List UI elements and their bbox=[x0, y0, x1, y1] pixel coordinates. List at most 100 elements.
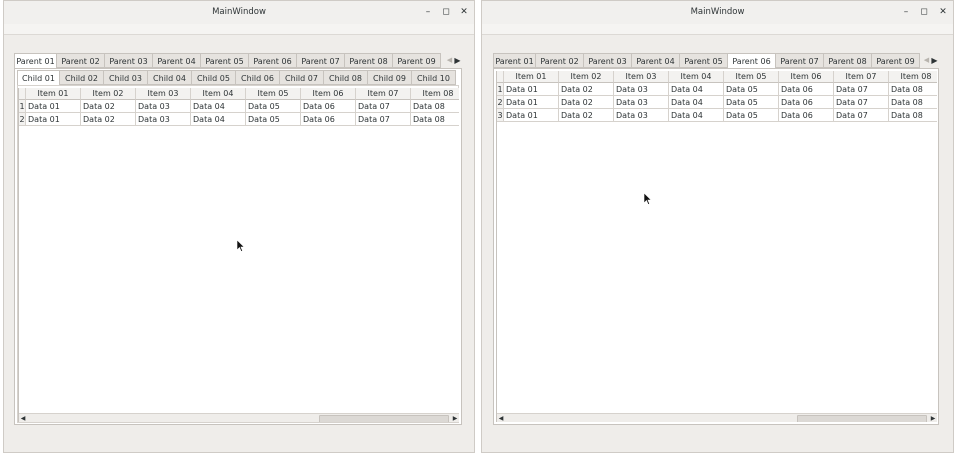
title-bar[interactable]: MainWindow – ◻ ✕ bbox=[4, 1, 474, 25]
column-header[interactable]: Item 05 bbox=[246, 88, 301, 100]
chevron-right-icon[interactable]: ▶ bbox=[453, 53, 462, 68]
table-cell[interactable]: Data 04 bbox=[191, 100, 246, 113]
tab-parent-05[interactable]: Parent 05 bbox=[679, 53, 728, 68]
tab-parent-06[interactable]: Parent 06 bbox=[727, 53, 776, 69]
column-header[interactable]: Item 01 bbox=[26, 88, 81, 100]
table-cell[interactable]: Data 07 bbox=[834, 109, 889, 122]
row-header[interactable]: 2 bbox=[497, 96, 504, 109]
table-cell[interactable]: Data 06 bbox=[779, 109, 834, 122]
column-header[interactable]: Item 08 bbox=[411, 88, 459, 100]
table-cell[interactable]: Data 03 bbox=[136, 100, 191, 113]
table-cell[interactable]: Data 05 bbox=[246, 100, 301, 113]
tab-child-06[interactable]: Child 06 bbox=[235, 70, 280, 85]
tab-parent-01[interactable]: Parent 01 bbox=[14, 53, 57, 69]
tab-parent-03[interactable]: Parent 03 bbox=[104, 53, 153, 68]
table-cell[interactable]: Data 05 bbox=[246, 113, 301, 126]
table-cell[interactable]: Data 08 bbox=[411, 113, 459, 126]
row-header[interactable]: 1 bbox=[497, 83, 504, 96]
table-cell[interactable]: Data 07 bbox=[356, 113, 411, 126]
table-cell[interactable]: Data 08 bbox=[411, 100, 459, 113]
tab-child-07[interactable]: Child 07 bbox=[279, 70, 324, 85]
tab-parent-08[interactable]: Parent 08 bbox=[344, 53, 393, 68]
maximize-icon[interactable]: ◻ bbox=[918, 6, 930, 18]
tab-child-05[interactable]: Child 05 bbox=[191, 70, 236, 85]
table-cell[interactable]: Data 01 bbox=[26, 100, 81, 113]
column-header[interactable]: Item 06 bbox=[779, 71, 834, 83]
column-header[interactable]: Item 07 bbox=[356, 88, 411, 100]
maximize-icon[interactable]: ◻ bbox=[440, 6, 452, 18]
column-header[interactable]: Item 04 bbox=[191, 88, 246, 100]
minimize-icon[interactable]: – bbox=[422, 6, 434, 18]
column-header[interactable]: Item 08 bbox=[889, 71, 937, 83]
table-cell[interactable]: Data 02 bbox=[559, 83, 614, 96]
table-cell[interactable]: Data 03 bbox=[614, 83, 669, 96]
table-cell[interactable]: Data 06 bbox=[301, 100, 356, 113]
column-header[interactable]: Item 03 bbox=[614, 71, 669, 83]
table-cell[interactable]: Data 06 bbox=[779, 96, 834, 109]
column-header[interactable]: Item 04 bbox=[669, 71, 724, 83]
tab-parent-07[interactable]: Parent 07 bbox=[775, 53, 824, 68]
tab-parent-02[interactable]: Parent 02 bbox=[535, 53, 584, 68]
close-icon[interactable]: ✕ bbox=[937, 6, 949, 18]
table-cell[interactable]: Data 02 bbox=[81, 113, 136, 126]
table-cell[interactable]: Data 04 bbox=[669, 109, 724, 122]
tab-child-02[interactable]: Child 02 bbox=[59, 70, 104, 85]
row-header[interactable]: 3 bbox=[497, 109, 504, 122]
scrollbar-thumb[interactable] bbox=[319, 415, 449, 422]
table-cell[interactable]: Data 02 bbox=[81, 100, 136, 113]
table-cell[interactable]: Data 02 bbox=[559, 109, 614, 122]
tab-child-04[interactable]: Child 04 bbox=[147, 70, 192, 85]
table-cell[interactable]: Data 08 bbox=[889, 83, 937, 96]
horizontal-scrollbar[interactable]: ◀ ▶ bbox=[497, 413, 937, 422]
table-cell[interactable]: Data 03 bbox=[136, 113, 191, 126]
tab-child-08[interactable]: Child 08 bbox=[323, 70, 368, 85]
table-cell[interactable]: Data 04 bbox=[669, 96, 724, 109]
table-cell[interactable]: Data 07 bbox=[834, 83, 889, 96]
column-header[interactable]: Item 07 bbox=[834, 71, 889, 83]
column-header[interactable]: Item 02 bbox=[559, 71, 614, 83]
title-bar[interactable]: MainWindow – ◻ ✕ bbox=[482, 1, 953, 25]
table-cell[interactable]: Data 08 bbox=[889, 96, 937, 109]
column-header[interactable]: Item 02 bbox=[81, 88, 136, 100]
table-cell[interactable]: Data 05 bbox=[724, 83, 779, 96]
table-cell[interactable]: Data 07 bbox=[834, 96, 889, 109]
table-cell[interactable]: Data 04 bbox=[191, 113, 246, 126]
tab-parent-09[interactable]: Parent 09 bbox=[871, 53, 920, 68]
data-table[interactable]: Item 01 Item 02 Item 03 Item 04 Item 05 Item … bbox=[496, 71, 937, 422]
table-cell[interactable]: Data 08 bbox=[889, 109, 937, 122]
data-table[interactable]: Item 01 Item 02 Item 03 Item 04 Item 05 Item … bbox=[18, 88, 459, 422]
chevron-left-icon[interactable]: ◀ bbox=[497, 414, 505, 422]
table-cell[interactable]: Data 05 bbox=[724, 109, 779, 122]
chevron-right-icon[interactable]: ▶ bbox=[929, 414, 937, 422]
row-header[interactable]: 2 bbox=[19, 113, 26, 126]
row-header[interactable]: 1 bbox=[19, 100, 26, 113]
table-cell[interactable]: Data 02 bbox=[559, 96, 614, 109]
column-header[interactable]: Item 05 bbox=[724, 71, 779, 83]
tab-parent-01[interactable]: Parent 01 bbox=[493, 53, 536, 68]
minimize-icon[interactable]: – bbox=[900, 6, 912, 18]
tab-parent-04[interactable]: Parent 04 bbox=[631, 53, 680, 68]
tab-parent-02[interactable]: Parent 02 bbox=[56, 53, 105, 68]
chevron-left-icon[interactable]: ◀ bbox=[923, 53, 930, 68]
chevron-right-icon[interactable]: ▶ bbox=[451, 414, 459, 422]
table-cell[interactable]: Data 03 bbox=[614, 109, 669, 122]
table-cell[interactable]: Data 01 bbox=[504, 83, 559, 96]
table-cell[interactable]: Data 05 bbox=[724, 96, 779, 109]
tab-child-09[interactable]: Child 09 bbox=[367, 70, 412, 85]
tab-parent-05[interactable]: Parent 05 bbox=[200, 53, 249, 68]
table-cell[interactable]: Data 01 bbox=[26, 113, 81, 126]
tab-child-01[interactable]: Child 01 bbox=[17, 70, 60, 86]
table-cell[interactable]: Data 07 bbox=[356, 100, 411, 113]
table-cell[interactable]: Data 04 bbox=[669, 83, 724, 96]
table-cell[interactable]: Data 01 bbox=[504, 109, 559, 122]
tab-parent-09[interactable]: Parent 09 bbox=[392, 53, 441, 68]
tab-child-03[interactable]: Child 03 bbox=[103, 70, 148, 85]
tab-parent-07[interactable]: Parent 07 bbox=[296, 53, 345, 68]
tab-parent-04[interactable]: Parent 04 bbox=[152, 53, 201, 68]
table-cell[interactable]: Data 03 bbox=[614, 96, 669, 109]
chevron-left-icon[interactable]: ◀ bbox=[19, 414, 27, 422]
tab-parent-03[interactable]: Parent 03 bbox=[583, 53, 632, 68]
column-header[interactable]: Item 06 bbox=[301, 88, 356, 100]
column-header[interactable]: Item 01 bbox=[504, 71, 559, 83]
tab-child-10[interactable]: Child 10 bbox=[411, 70, 456, 85]
